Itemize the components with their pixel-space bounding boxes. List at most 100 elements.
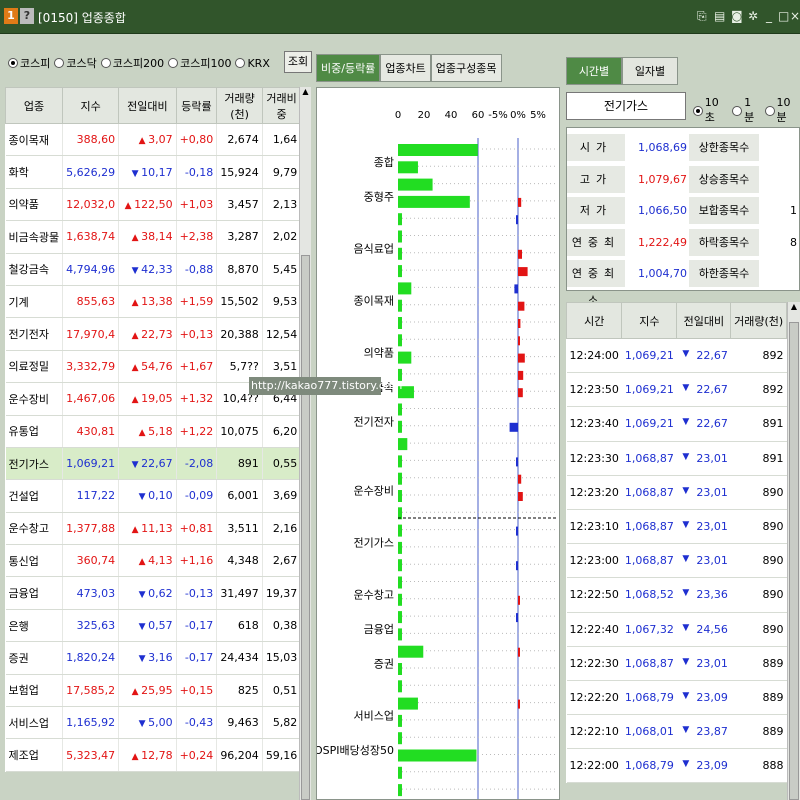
category-label: 증권 — [374, 658, 394, 671]
minimize-icon[interactable]: _ — [766, 8, 772, 24]
down-arrow-icon: ▼ — [682, 588, 690, 599]
sector-share: 5,82 — [262, 706, 302, 740]
table-row[interactable]: 12:23:00 1,068,87 ▼ 23,01 890 — [566, 543, 787, 579]
radio-kospi200[interactable]: 코스피200 — [100, 55, 164, 71]
sector-rate: +1,67 — [176, 350, 218, 384]
scroll-up-icon[interactable]: ▲ — [789, 302, 799, 320]
table-row[interactable]: 12:23:50 1,069,21 ▼ 22,67 892 — [566, 372, 787, 408]
tab-sector-chart[interactable]: 업종차트 — [380, 54, 431, 82]
radio-krx[interactable]: KRX — [235, 57, 270, 70]
query-button[interactable]: 조회 — [284, 51, 312, 73]
tab-by-time[interactable]: 시간별 — [566, 57, 622, 85]
sector-share: 5,45 — [262, 253, 302, 286]
col-header-volume[interactable]: 거래량(천) — [216, 87, 263, 124]
table-row[interactable]: 증권 1,820,24 ▼ 3,16 -0,17 24,434 15,03 — [5, 641, 302, 675]
radio-kospi100[interactable]: 코스피100 — [168, 55, 231, 71]
help-badge[interactable]: ? — [20, 8, 34, 24]
radio-1min[interactable]: 1분 — [732, 96, 760, 125]
category-label: 의약품 — [364, 345, 394, 359]
row-index: 1,068,87 — [621, 441, 677, 476]
table-row[interactable]: 통신업 360,74 ▲ 4,13 +1,16 4,348 2,67 — [5, 544, 302, 578]
table-row[interactable]: 화학 5,626,29 ▼ 10,17 -0,18 15,924 9,79 — [5, 155, 302, 189]
col-header-volume[interactable]: 거래량(천) — [730, 302, 787, 339]
table-row[interactable]: 제조업 5,323,47 ▲ 12,78 +0,24 96,204 59,16 — [5, 738, 302, 772]
table-row[interactable]: 전기전자 17,970,4 ▲ 22,73 +0,13 20,388 12,54 — [5, 317, 302, 351]
table-row[interactable]: 12:22:40 1,067,32 ▼ 24,56 890 — [566, 612, 787, 647]
tab-by-date[interactable]: 일자별 — [622, 57, 678, 85]
close-icon[interactable]: × — [790, 8, 800, 24]
print-icon[interactable]: ▤ — [714, 8, 725, 24]
sector-share: 1,64 — [262, 123, 302, 157]
table-row[interactable]: 은행 325,63 ▼ 0,57 -0,17 618 0,38 — [5, 609, 302, 643]
table-row[interactable]: 12:22:10 1,068,01 ▼ 23,87 889 — [566, 714, 787, 750]
rate-bar — [518, 336, 520, 346]
sector-change: 12,78 — [141, 748, 173, 762]
col-header-sector[interactable]: 업종 — [4, 87, 64, 124]
category-label: 전기가스 — [354, 537, 394, 550]
sector-change: 10,17 — [141, 165, 173, 179]
maximize-icon[interactable]: □ — [778, 8, 789, 24]
row-index: 1,069,21 — [621, 338, 677, 374]
radio-10min[interactable]: 10분 — [764, 96, 800, 125]
down-arrow-icon: ▼ — [138, 654, 146, 665]
left-table-scrollbar[interactable]: ▲ — [299, 87, 311, 800]
table-row[interactable]: 유통업 430,81 ▲ 5,18 +1,22 10,075 6,20 — [5, 415, 302, 448]
axis-tick-label: 0 — [395, 110, 401, 121]
radio-kospi[interactable]: 코스피 — [8, 55, 50, 71]
table-row[interactable]: 보험업 17,585,2 ▲ 25,95 +0,15 825 0,51 — [5, 674, 302, 708]
table-row[interactable]: 전기가스 1,069,21 ▼ 22,67 -2,08 891 0,55 — [5, 447, 302, 481]
table-row[interactable]: 금융업 473,03 ▼ 0,62 -0,13 31,497 19,37 — [5, 576, 302, 610]
table-row[interactable]: 12:24:00 1,069,21 ▼ 22,67 892 — [566, 338, 787, 374]
stat-value-2: 1 — [790, 204, 797, 217]
settings-icon[interactable]: ✲ — [748, 8, 758, 24]
table-row[interactable]: 12:23:20 1,068,87 ▼ 23,01 890 — [566, 475, 787, 510]
col-header-share[interactable]: 거래비중 — [261, 87, 302, 124]
weight-bar — [398, 265, 402, 278]
table-row[interactable]: 의약품 12,032,0 ▲ 122,50 +1,03 3,457 2,13 — [5, 188, 302, 222]
radio-kosdaq[interactable]: 코스닥 — [54, 55, 97, 71]
table-row[interactable]: 12:22:20 1,068,79 ▼ 23,09 889 — [566, 680, 787, 716]
col-header-index[interactable]: 지수 — [62, 87, 120, 124]
table-row[interactable]: 기계 855,63 ▲ 13,38 +1,59 15,502 9,53 — [5, 285, 302, 319]
row-index: 1,067,32 — [621, 612, 677, 647]
table-row[interactable]: 종이목재 388,60 ▲ 3,07 +0,80 2,674 1,64 — [5, 123, 302, 157]
radio-10sec[interactable]: 10초 — [693, 96, 728, 125]
table-row[interactable]: 운수창고 1,377,88 ▲ 11,13 +0,81 3,511 2,16 — [5, 512, 302, 546]
sector-rate: +2,38 — [176, 220, 218, 254]
col-header-change[interactable]: 전일대비 — [118, 87, 177, 124]
table-row[interactable]: 건설업 117,22 ▼ 0,10 -0,09 6,001 3,69 — [5, 479, 302, 513]
sector-index: 1,069,21 — [62, 447, 120, 481]
col-header-rate[interactable]: 등락률 — [175, 87, 218, 124]
scroll-up-icon[interactable]: ▲ — [301, 87, 310, 105]
right-table-scrollbar[interactable]: ▲ — [787, 302, 800, 800]
rate-bar — [518, 249, 522, 259]
weight-bar — [398, 195, 470, 208]
sector-volume: 3,457 — [216, 188, 263, 222]
table-row[interactable]: 12:22:50 1,068,52 ▼ 23,36 890 — [566, 577, 787, 613]
sector-change: 5,00 — [148, 716, 173, 730]
tab-sector-stocks[interactable]: 업종구성종목 — [430, 54, 502, 82]
rate-bar — [518, 197, 522, 207]
table-row[interactable]: 12:23:10 1,068,87 ▼ 23,01 890 — [566, 509, 787, 545]
table-row[interactable]: 철강금속 4,794,96 ▼ 42,33 -0,88 8,870 5,45 — [5, 253, 302, 286]
stat-value-2: 8 — [790, 235, 797, 249]
col-header-change[interactable]: 전일대비 — [676, 302, 732, 339]
category-label: 종이목재 — [354, 294, 394, 307]
scroll-thumb[interactable] — [789, 322, 799, 800]
scroll-thumb[interactable] — [301, 255, 310, 800]
col-header-index[interactable]: 지수 — [621, 302, 678, 339]
capture-icon[interactable]: ◙ — [731, 8, 743, 24]
sector-name: 운수창고 — [5, 512, 64, 546]
link-icon[interactable]: ⎘ — [697, 8, 707, 24]
table-row[interactable]: 12:22:30 1,068,87 ▼ 23,01 889 — [566, 646, 787, 681]
tab-weight-rate[interactable]: 비중/등락률 — [316, 54, 381, 82]
table-row[interactable]: 12:23:30 1,068,87 ▼ 23,01 891 — [566, 441, 787, 476]
table-row[interactable]: 서비스업 1,165,92 ▼ 5,00 -0,43 9,463 5,82 — [5, 706, 302, 740]
col-header-time[interactable]: 시간 — [565, 302, 623, 339]
row-change: 23,87 — [696, 725, 728, 739]
sector-volume: 891 — [216, 447, 263, 481]
table-row[interactable]: 12:23:40 1,069,21 ▼ 22,67 891 — [566, 406, 787, 442]
sector-change: 22,73 — [141, 327, 173, 341]
table-row[interactable]: 12:22:00 1,068,79 ▼ 23,09 888 — [566, 748, 787, 784]
table-row[interactable]: 비금속광물 1,638,74 ▲ 38,14 +2,38 3,287 2,02 — [5, 220, 302, 254]
